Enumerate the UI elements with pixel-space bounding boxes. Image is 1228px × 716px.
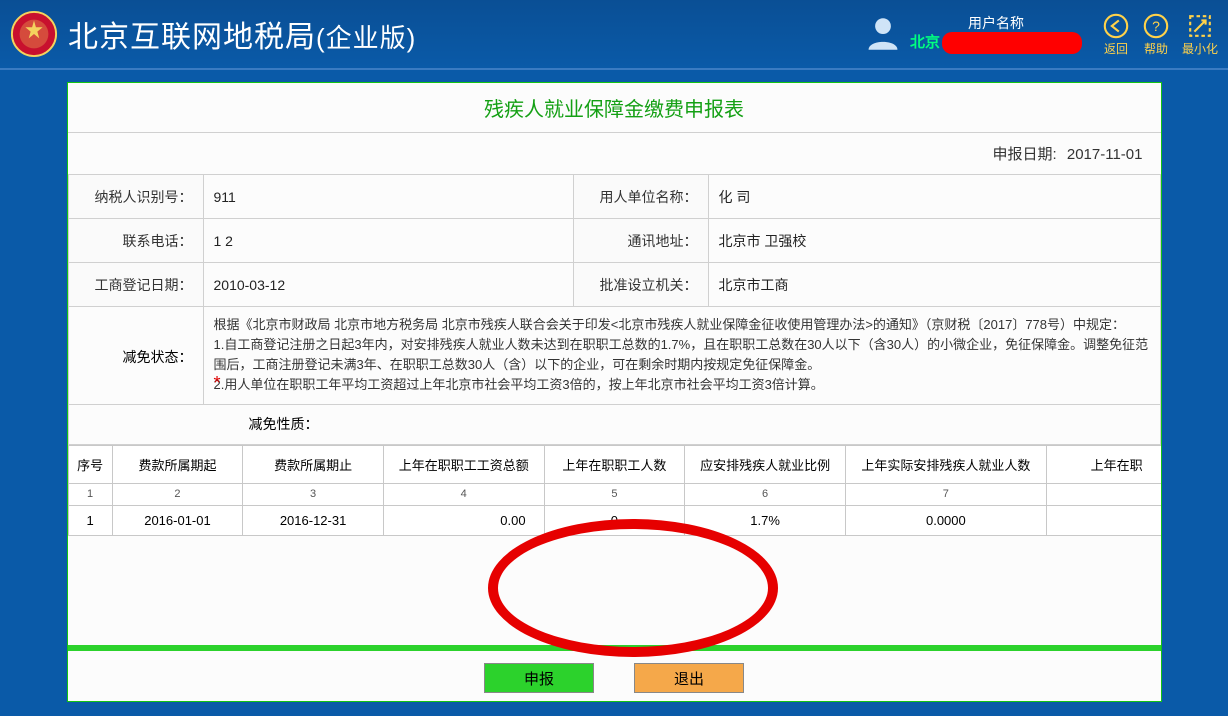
exit-button[interactable]: 退出 <box>634 663 744 693</box>
address-value[interactable]: 北京市 卫强校 <box>708 219 1160 263</box>
cell-actual[interactable]: 0.0000 <box>845 505 1046 535</box>
grid-num-row: 1 2 3 4 5 6 7 <box>68 483 1161 505</box>
nature-row: 减免性质： <box>68 405 1161 445</box>
col-last: 上年在职 <box>1046 445 1160 483</box>
app-title: 北京互联网地税局(企业版) <box>68 12 862 56</box>
exempt-text-content: 根据《北京市财政局 北京市地方税务局 北京市残疾人联合会关于印发<北京市残疾人就… <box>214 317 1149 392</box>
cell-wage[interactable]: 0.00 <box>383 505 544 535</box>
data-grid: 序号 费款所属期起 费款所属期止 上年在职职工工资总额 上年在职职工人数 应安排… <box>68 445 1161 536</box>
taxpayer-id-value[interactable]: 911 <box>203 175 573 219</box>
taxpayer-id-label: 纳税人识别号： <box>68 175 203 219</box>
help-button[interactable]: ? 帮助 <box>1142 12 1170 57</box>
reg-date-label: 工商登记日期： <box>68 263 203 307</box>
cell-ratio[interactable]: 1.7% <box>685 505 846 535</box>
emblem-icon <box>10 10 58 58</box>
help-icon: ? <box>1142 12 1170 40</box>
report-date-label: 申报日期: <box>993 146 1057 163</box>
cell-start[interactable]: 2016-01-01 <box>112 505 243 535</box>
approval-org-label: 批准设立机关： <box>573 263 708 307</box>
phone-label: 联系电话： <box>68 219 203 263</box>
employer-name-value[interactable]: 化 司 <box>708 175 1160 219</box>
header-underline <box>0 68 1228 70</box>
cell-end[interactable]: 2016-12-31 <box>243 505 384 535</box>
avatar-icon <box>862 13 904 55</box>
app-header: 北京互联网地税局(企业版) 用户名称 北京 返回 ? 帮助 最小化 <box>0 0 1228 68</box>
back-icon <box>1102 12 1130 40</box>
user-label: 用户名称 <box>910 14 1082 32</box>
minimize-button[interactable]: 最小化 <box>1182 12 1218 57</box>
info-table: 纳税人识别号： 911 用人单位名称： 化 司 联系电话： 1 2 通讯地址： … <box>68 174 1161 307</box>
exempt-label: 减免状态： <box>69 307 204 404</box>
user-location: 北京 <box>910 33 940 53</box>
nature-label: 减免性质： <box>69 414 329 434</box>
highlight-circle <box>488 519 778 657</box>
col-wage-total: 上年在职职工工资总额 <box>383 445 544 483</box>
user-area: 用户名称 北京 <box>862 13 1082 55</box>
col-ratio: 应安排残疾人就业比例 <box>685 445 846 483</box>
approval-org-value[interactable]: 北京市工商 <box>708 263 1160 307</box>
reg-date-value[interactable]: 2010-03-12 <box>203 263 573 307</box>
cell-count[interactable]: 0 <box>544 505 685 535</box>
back-button[interactable]: 返回 <box>1102 12 1130 57</box>
app-title-sub: (企业版) <box>316 23 416 53</box>
app-title-main: 北京互联网地税局 <box>68 21 316 54</box>
required-star: * <box>214 370 221 398</box>
col-period-start: 费款所属期起 <box>112 445 243 483</box>
data-grid-wrap: 序号 费款所属期起 费款所属期止 上年在职职工工资总额 上年在职职工人数 应安排… <box>68 445 1161 536</box>
col-period-end: 费款所属期止 <box>243 445 384 483</box>
col-actual: 上年实际安排残疾人就业人数 <box>845 445 1046 483</box>
form-page: 残疾人就业保障金缴费申报表 申报日期: 2017-11-01 纳税人识别号： 9… <box>67 82 1162 702</box>
cell-seq: 1 <box>68 505 112 535</box>
phone-value[interactable]: 1 2 <box>203 219 573 263</box>
col-emp-count: 上年在职职工人数 <box>544 445 685 483</box>
minimize-icon <box>1186 12 1214 40</box>
exempt-row: 减免状态： 根据《北京市财政局 北京市地方税务局 北京市残疾人联合会关于印发<北… <box>68 307 1161 405</box>
report-date-value: 2017-11-01 <box>1067 146 1143 163</box>
form-title: 残疾人就业保障金缴费申报表 <box>68 83 1161 133</box>
employer-name-label: 用人单位名称： <box>573 175 708 219</box>
action-row: 申报 退出 <box>68 663 1161 693</box>
progress-bar <box>68 645 1161 651</box>
table-row[interactable]: 1 2016-01-01 2016-12-31 0.00 0 1.7% 0.00… <box>68 505 1161 535</box>
cell-last[interactable] <box>1046 505 1160 535</box>
redacted-mark <box>942 32 1082 54</box>
col-seq: 序号 <box>68 445 112 483</box>
svg-text:?: ? <box>1152 17 1160 33</box>
submit-button[interactable]: 申报 <box>484 663 594 693</box>
report-date-row: 申报日期: 2017-11-01 <box>68 133 1161 174</box>
grid-header-row: 序号 费款所属期起 费款所属期止 上年在职职工工资总额 上年在职职工人数 应安排… <box>68 445 1161 483</box>
address-label: 通讯地址： <box>573 219 708 263</box>
exempt-text: 根据《北京市财政局 北京市地方税务局 北京市残疾人联合会关于印发<北京市残疾人就… <box>204 307 1160 404</box>
